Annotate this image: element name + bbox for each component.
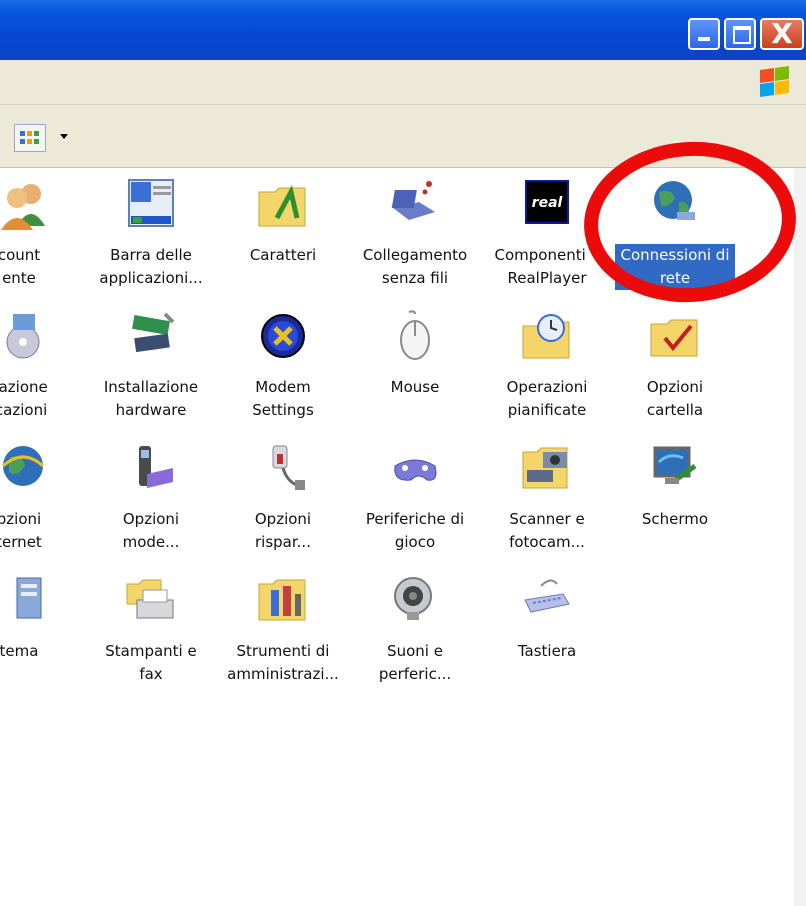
view-icon[interactable] [14, 124, 46, 152]
close-icon: X [771, 17, 793, 50]
cp-item-label: Collegamento senza fili [362, 246, 468, 287]
cp-item-label: Modem Settings [252, 378, 314, 419]
cp-item-label: Opzioni mode... [122, 510, 180, 551]
cp-item-label: Opzioni cartella [646, 378, 704, 419]
close-button[interactable]: X [760, 17, 804, 50]
scanner-camera-icon [522, 447, 568, 489]
gamepad-icon [394, 459, 437, 481]
cp-item-label: Periferiche di gioco [365, 510, 465, 551]
cp-item-label: Caratteri [249, 246, 317, 264]
phone-modem-icon [139, 446, 173, 488]
cp-item-label: Suoni e perferic... [378, 642, 452, 683]
internet-options-icon [1, 446, 45, 486]
menu-bar [0, 60, 806, 105]
scheduled-tasks-icon [522, 314, 570, 359]
svg-text:real: real [532, 195, 563, 211]
speaker-icon [394, 577, 432, 620]
cp-item-label: Barra delle applicazioni... [99, 246, 203, 287]
wireless-laptop-icon [391, 181, 435, 220]
user-accounts-icon [1, 184, 45, 230]
title-bar[interactable] [0, 0, 806, 60]
chevron-down-icon[interactable] [60, 134, 68, 139]
minimize-button[interactable] [688, 18, 720, 50]
add-remove-programs-icon [6, 314, 40, 359]
vertical-scrollbar[interactable] [794, 168, 806, 906]
cp-item-label: pzioni ternet [0, 510, 42, 551]
folder-options-icon [650, 319, 698, 357]
cp-item-label: Tastiera [517, 642, 577, 660]
windows-logo-icon [758, 66, 790, 97]
maximize-button[interactable] [724, 18, 756, 50]
cp-item-label: Opzioni rispar... [254, 510, 312, 551]
hardware-wizard-icon [132, 312, 175, 353]
mouse-icon [400, 310, 430, 360]
modem-settings-icon [261, 314, 305, 358]
cp-item-label: Installazione hardware [103, 378, 199, 419]
power-options-icon [272, 445, 305, 490]
display-icon [653, 446, 697, 485]
keyboard-icon [524, 579, 570, 613]
cp-item-label: Stampanti e fax [105, 642, 197, 683]
cp-item-label: llazione icazioni [0, 378, 48, 419]
fonts-folder-icon [258, 184, 306, 227]
printer-icon [126, 579, 174, 619]
realplayer-icon: real [525, 180, 569, 224]
cp-item-label: Operazioni pianificate [506, 378, 588, 419]
cp-item-label: count ente [0, 246, 41, 287]
cp-item-label: Mouse [390, 378, 440, 396]
cp-item-label: Strumenti di amministrazi... [227, 642, 339, 683]
cp-item-label: Schermo [641, 510, 709, 528]
cp-item-label: Scanner e fotocam... [509, 510, 585, 551]
system-icon [16, 577, 42, 619]
taskbar-icon [128, 179, 174, 227]
admin-tools-icon [258, 579, 306, 621]
cp-item-label: tema [0, 642, 39, 660]
